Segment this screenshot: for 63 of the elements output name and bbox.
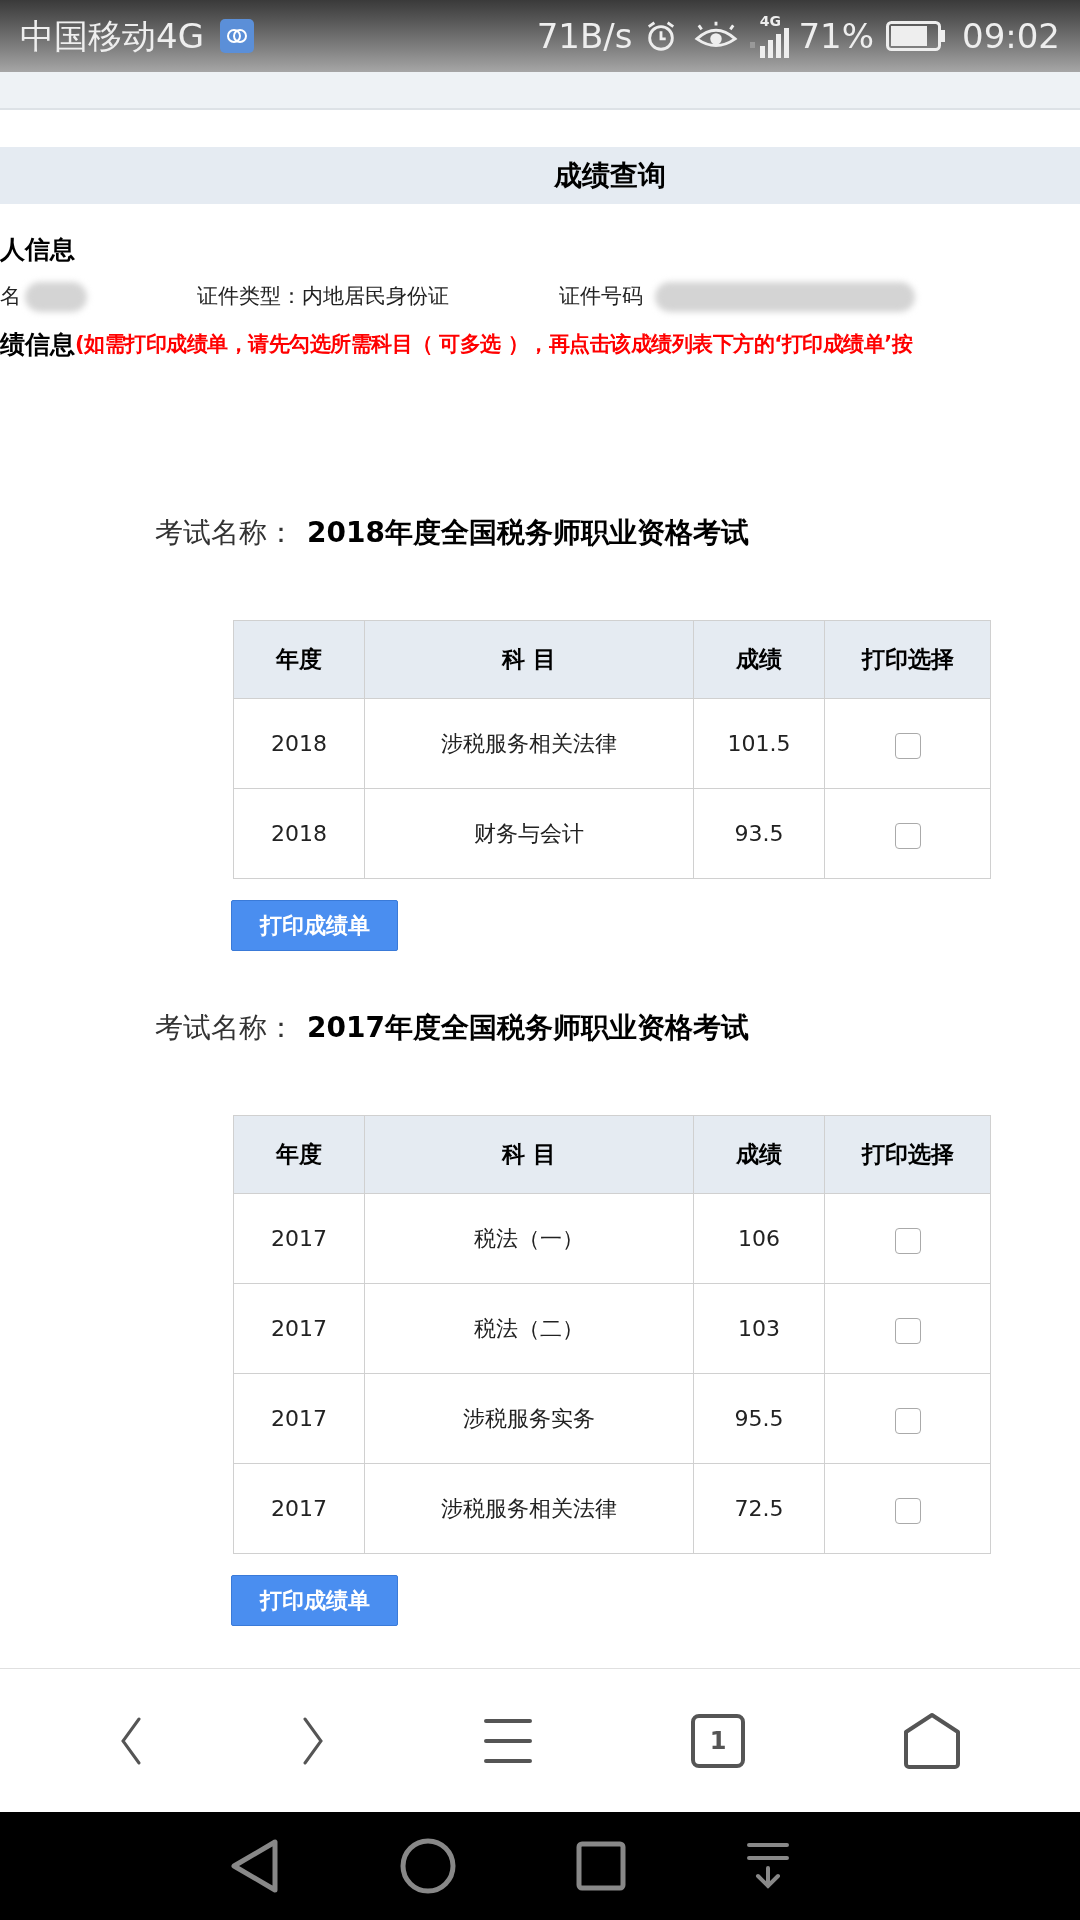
checkbox[interactable] (894, 732, 921, 759)
network-type: 4G (759, 14, 782, 28)
home-icon[interactable] (903, 1711, 961, 1770)
name-label: 名 (0, 283, 21, 311)
column-header: 科 目 (365, 1116, 694, 1193)
table-cell: 税法（一） (365, 1194, 694, 1283)
id-number-label: 证件号码 (559, 283, 643, 311)
column-header: 科 目 (365, 621, 694, 698)
checkbox[interactable] (894, 822, 921, 849)
column-header: 年度 (234, 1116, 365, 1193)
exam-name: 2017年度全国税务师职业资格考试 (307, 1010, 749, 1046)
menu-icon[interactable] (483, 1717, 533, 1764)
back-icon[interactable] (119, 1716, 143, 1765)
column-header: 成绩 (694, 1116, 825, 1193)
column-header: 打印选择 (860, 645, 955, 675)
section-heading: 绩信息 (0, 329, 75, 362)
home-icon[interactable] (400, 1838, 456, 1894)
exam-label: 考试名称： (155, 515, 295, 551)
print-button[interactable]: 打印成绩单 (231, 900, 398, 951)
table-cell: 2018 (234, 699, 365, 788)
recent-apps-icon[interactable] (576, 1841, 626, 1891)
checkbox[interactable] (894, 1407, 921, 1434)
table-cell: 涉税服务相关法律 (365, 1464, 694, 1553)
table-cell: 涉税服务相关法律 (365, 699, 694, 788)
column-header: 年度 (234, 621, 365, 698)
table-cell: 2018 (234, 789, 365, 878)
table-cell: 财务与会计 (365, 789, 694, 878)
column-header: 成绩 (694, 621, 825, 698)
battery-percent: 71% (798, 14, 874, 58)
page-title: 成绩查询 (554, 157, 666, 194)
table-cell: 2017 (234, 1194, 365, 1283)
table-cell: 95.5 (694, 1374, 825, 1463)
app-notification-icon (220, 19, 254, 53)
table-cell: 2017 (234, 1284, 365, 1373)
exam-name: 2018年度全国税务师职业资格考试 (307, 515, 749, 551)
tabs-button[interactable]: 1 (691, 1713, 745, 1768)
table-cell: 2017 (234, 1464, 365, 1553)
table-cell: 106 (694, 1194, 825, 1283)
clock-time: 09:02 (962, 14, 1060, 58)
checkbox[interactable] (894, 1317, 921, 1344)
table-cell: 93.5 (694, 789, 825, 878)
id-type-text: 证件类型：内地居民身份证 (197, 283, 449, 311)
forward-icon[interactable] (301, 1716, 325, 1765)
signal-icon (750, 28, 791, 58)
table-cell: 2017 (234, 1374, 365, 1463)
exam-label: 考试名称： (155, 1010, 295, 1046)
table-cell: 101.5 (694, 699, 825, 788)
table-cell: 税法（二） (365, 1284, 694, 1373)
back-icon[interactable] (230, 1839, 280, 1893)
table-cell: 72.5 (694, 1464, 825, 1553)
column-header: 打印选择 (860, 1140, 955, 1170)
section-heading: 人信息 (0, 233, 75, 266)
redacted-block (25, 282, 87, 312)
notice-text: (如需打印成绩单，请先勾选所需科目（ 可多选 ），再点击该成绩列表下方的‘打印成绩单’按 (75, 331, 913, 359)
notification-pull-icon[interactable] (746, 1842, 790, 1890)
network-speed: 71B/s (536, 14, 633, 58)
checkbox[interactable] (894, 1227, 921, 1254)
table-cell: 103 (694, 1284, 825, 1373)
battery-icon (886, 21, 946, 51)
table-cell: 涉税服务实务 (365, 1374, 694, 1463)
carrier-text: 中国移动4G (20, 14, 204, 58)
print-button[interactable]: 打印成绩单 (231, 1575, 398, 1626)
checkbox[interactable] (894, 1497, 921, 1524)
